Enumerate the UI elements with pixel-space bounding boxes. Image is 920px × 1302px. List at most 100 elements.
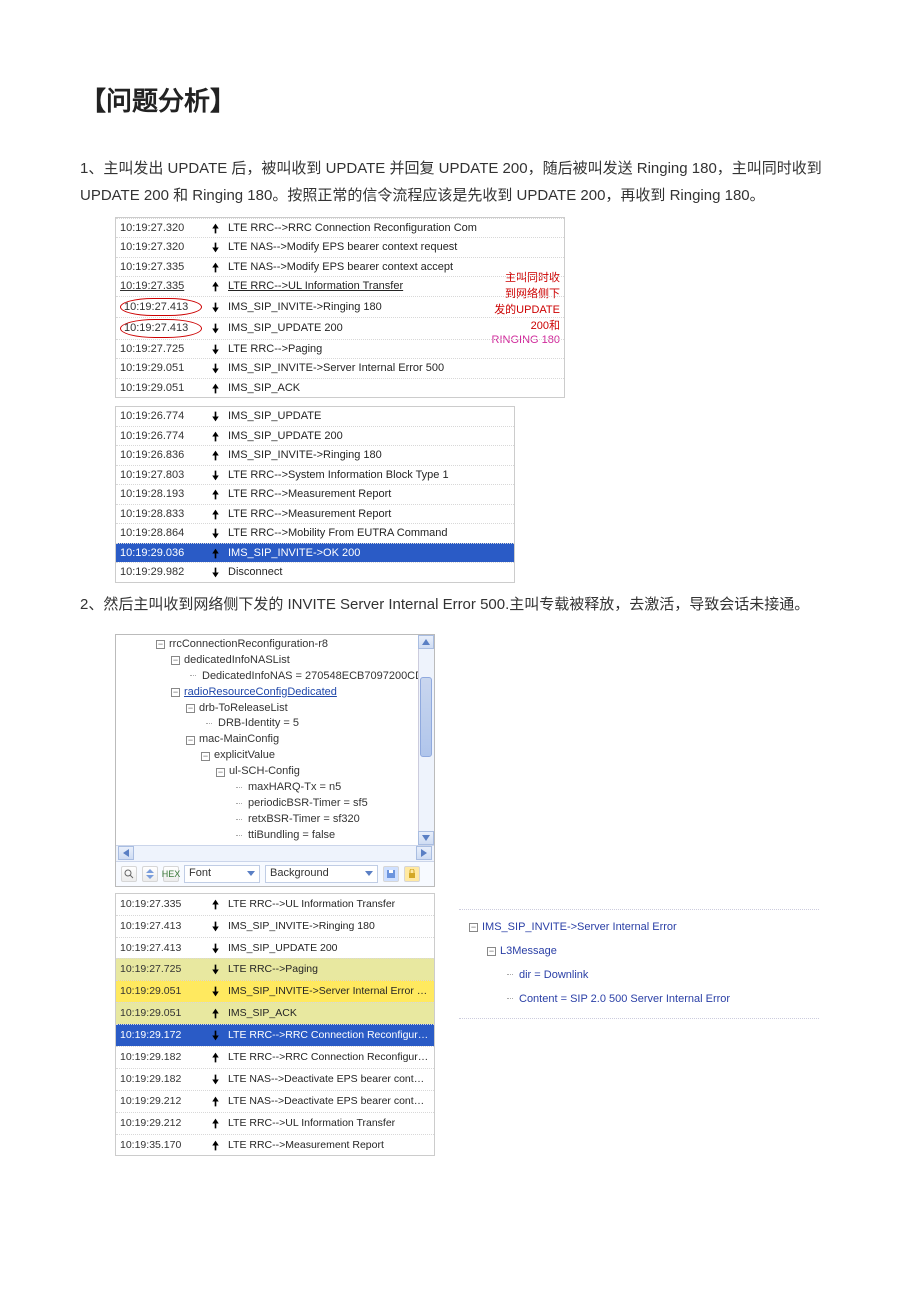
log-message: LTE RRC-->UL Information Transfer [228,278,560,295]
log-message: LTE NAS-->Deactivate EPS bearer context … [228,1070,430,1089]
log-row[interactable]: 10:19:29.212LTE NAS-->Deactivate EPS bea… [116,1090,434,1112]
scrollbar-vertical[interactable] [418,635,434,845]
tree-leaf-label: DedicatedInfoNAS = 270548ECB7097200CD7 [202,669,429,685]
upload-arrow-icon [208,280,222,294]
tree-collapse-icon[interactable]: − [186,736,195,745]
log-row[interactable]: 10:19:27.725LTE RRC-->Paging [116,958,434,980]
log-row[interactable]: 10:19:26.836IMS_SIP_INVITE->Ringing 180 [116,445,514,465]
tree-collapse-icon[interactable]: − [156,640,165,649]
upload-arrow-icon [208,260,222,274]
log-row[interactable]: 10:19:27.320LTE RRC-->RRC Connection Rec… [116,218,564,238]
tree-node-label: explicitValue [214,748,275,764]
log-timestamp: 10:19:29.051 [120,360,202,377]
scrollbar-horizontal[interactable] [116,845,434,861]
log-message: LTE RRC-->RRC Connection Reconfiguration [228,1026,430,1045]
paragraph-1-text: 主叫发出 UPDATE 后，被叫收到 UPDATE 并回复 UPDATE 200… [80,160,822,204]
log-message: LTE RRC-->Measurement Report [228,486,510,503]
tree-collapse-icon[interactable]: − [171,688,180,697]
scroll-up-button[interactable] [418,635,434,649]
background-dropdown[interactable]: Background [265,865,378,883]
log-row[interactable]: 10:19:29.212LTE RRC-->UL Information Tra… [116,1112,434,1134]
tree-leaf-label: periodicBSR-Timer = sf5 [248,796,368,812]
save-icon[interactable] [383,866,399,882]
log-panel-2: 10:19:26.774IMS_SIP_UPDATE10:19:26.774IM… [115,406,515,583]
download-arrow-icon [208,322,222,336]
formatting-toolbar: HEX Font Background [116,861,434,886]
log-row[interactable]: 10:19:26.774IMS_SIP_UPDATE 200 [116,426,514,446]
font-dropdown[interactable]: Font [184,865,260,883]
log-timestamp: 10:19:26.836 [120,447,202,464]
tree-node-label: L3Message [500,944,557,960]
tree-collapse-icon[interactable]: − [186,704,195,713]
log-message: IMS_SIP_INVITE->Ringing 180 [228,917,430,936]
stepper-icon[interactable] [142,866,158,882]
log-row[interactable]: 10:19:26.774IMS_SIP_UPDATE [116,407,514,426]
rrc-tree-panel: 专载QCI 被释放 −rrcConnectionReconfiguration-… [115,634,435,887]
paragraph-2-text: 然后主叫收到网络侧下发的 INVITE Server Internal Erro… [103,596,809,613]
log-row[interactable]: 10:19:29.051IMS_SIP_INVITE->Server Inter… [116,358,564,378]
log-row[interactable]: 10:19:29.982Disconnect [116,562,514,582]
tree-collapse-icon[interactable]: − [201,752,210,761]
search-icon[interactable] [121,866,137,882]
log-timestamp: 10:19:29.051 [120,1004,202,1023]
log-row[interactable]: 10:19:27.413 IMS_SIP_INVITE->Ringing 180 [116,915,434,937]
scrollbar-thumb[interactable] [420,677,432,757]
log-timestamp: 10:19:28.864 [120,525,202,542]
log-timestamp: 10:19:27.335 [120,895,202,914]
hex-icon[interactable]: HEX [163,866,179,882]
log-row[interactable]: 10:19:29.172LTE RRC-->RRC Connection Rec… [116,1024,434,1046]
scroll-right-button[interactable] [416,846,432,860]
log-row[interactable]: 10:19:29.051IMS_SIP_INVITE->Server Inter… [116,980,434,1002]
upload-arrow-icon [208,507,222,521]
tree-collapse-icon[interactable]: − [469,923,478,932]
list-number: 2、 [80,596,103,613]
scroll-left-button[interactable] [118,846,134,860]
upload-arrow-icon [208,1116,222,1130]
log-row[interactable]: 10:19:27.413IMS_SIP_UPDATE 200 [116,937,434,959]
tree-leaf-label: Content = SIP 2.0 500 Server Internal Er… [519,992,730,1008]
log-message: LTE RRC-->Measurement Report [228,1136,430,1155]
log-panel-3: 10:19:27.335LTE RRC-->UL Information Tra… [115,893,435,1157]
log-row[interactable]: 10:19:29.182LTE NAS-->Deactivate EPS bea… [116,1068,434,1090]
upload-arrow-icon [208,1007,222,1021]
log-row[interactable]: 10:19:27.413IMS_SIP_INVITE->Ringing 180 [116,296,564,318]
log-message: Disconnect [228,564,510,581]
log-row[interactable]: 10:19:27.335LTE NAS-->Modify EPS bearer … [116,257,564,277]
log-row[interactable]: 10:19:27.413IMS_SIP_UPDATE 200 [116,317,564,339]
log-row[interactable]: 10:19:27.725LTE RRC-->Paging [116,339,564,359]
tree-collapse-icon[interactable]: − [171,656,180,665]
log-row[interactable]: 10:19:29.036IMS_SIP_INVITE->OK 200 [116,543,514,563]
log-row[interactable]: 10:19:27.335LTE RRC-->UL Information Tra… [116,276,564,296]
log-message: IMS_SIP_INVITE->Ringing 180 [228,299,560,316]
tree-node-label: mac-MainConfig [199,732,279,748]
scroll-down-button[interactable] [418,831,434,845]
log-timestamp: 10:19:29.212 [120,1092,202,1111]
download-arrow-icon [208,941,222,955]
log-timestamp: 10:19:29.182 [120,1048,202,1067]
dropdown-label: Background [270,864,329,884]
upload-arrow-icon [208,546,222,560]
log-row[interactable]: 10:19:28.193LTE RRC-->Measurement Report [116,484,514,504]
log-row[interactable]: 10:19:28.833LTE RRC-->Measurement Report [116,504,514,524]
download-arrow-icon [208,300,222,314]
log-row[interactable]: 10:19:29.051IMS_SIP_ACK [116,1002,434,1024]
tree-collapse-icon[interactable]: − [216,768,225,777]
log-row[interactable]: 10:19:35.170LTE RRC-->Measurement Report [116,1134,434,1156]
log-row[interactable]: 10:19:27.320LTE NAS-->Modify EPS bearer … [116,237,564,257]
tree-node-label: drb-ToReleaseList [199,701,288,717]
upload-arrow-icon [208,1050,222,1064]
log-message: LTE RRC-->RRC Connection Reconfiguration… [228,220,560,237]
tree-collapse-icon[interactable]: − [487,947,496,956]
log-timestamp: 10:19:27.413 [120,319,202,338]
log-row[interactable]: 10:19:28.864LTE RRC-->Mobility From EUTR… [116,523,514,543]
tree-leaf-label: DRB-Identity = 5 [218,716,299,732]
lock-icon[interactable] [404,866,420,882]
log-timestamp: 10:19:27.413 [120,917,202,936]
upload-arrow-icon [208,897,222,911]
log-row[interactable]: 10:19:27.335LTE RRC-->UL Information Tra… [116,894,434,915]
log-row[interactable]: 10:19:29.051IMS_SIP_ACK [116,378,564,398]
tree-node-link[interactable]: radioResourceConfigDedicated [184,685,337,701]
log-row[interactable]: 10:19:29.182LTE RRC-->RRC Connection Rec… [116,1046,434,1068]
log-row[interactable]: 10:19:27.803LTE RRC-->System Information… [116,465,514,485]
download-arrow-icon [208,919,222,933]
